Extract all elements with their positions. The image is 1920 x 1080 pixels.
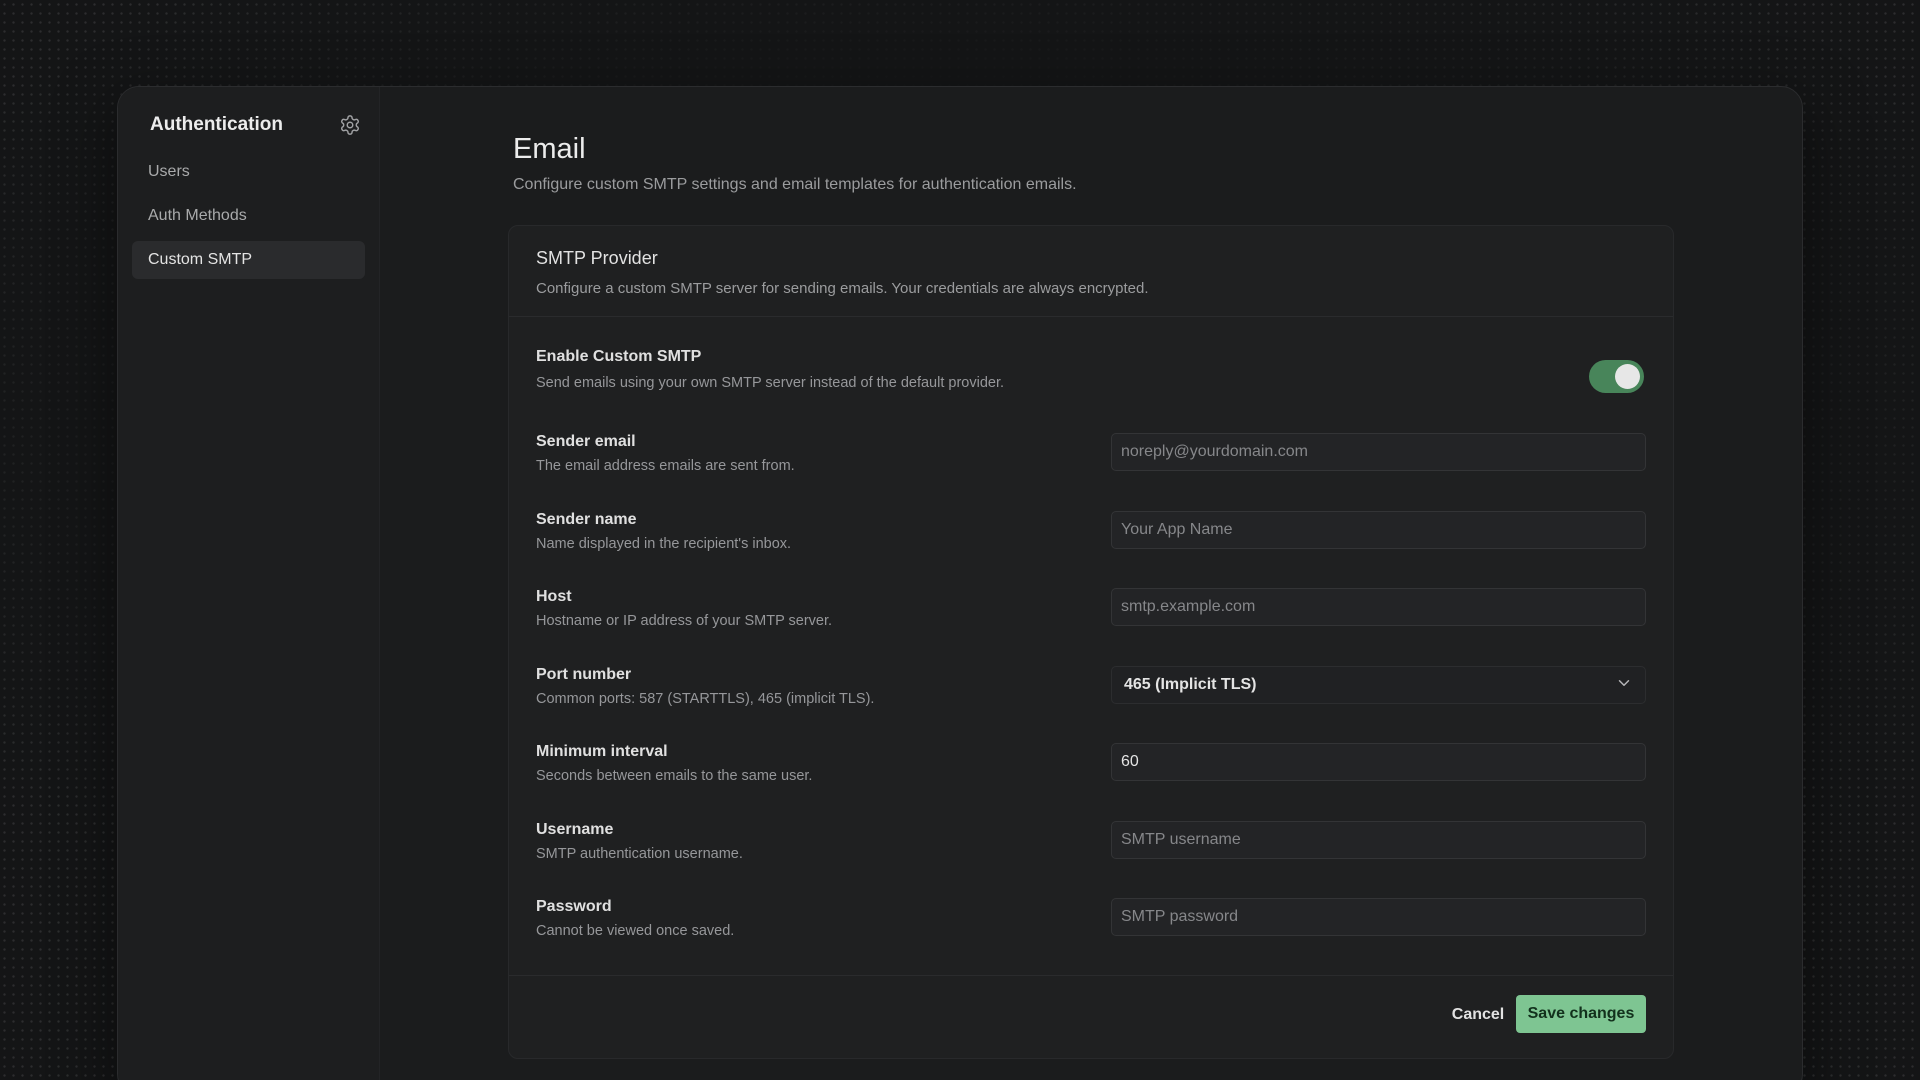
- sender-email-label: Sender email: [536, 433, 636, 450]
- sender-name-row: Sender name Name displayed in the recipi…: [536, 511, 1646, 561]
- host-row: Host Hostname or IP address of your SMTP…: [536, 588, 1646, 638]
- port-help: Common ports: 587 (STARTTLS), 465 (impli…: [536, 691, 875, 707]
- enable-smtp-toggle[interactable]: [1589, 360, 1644, 393]
- enable-smtp-label: Enable Custom SMTP: [536, 348, 702, 365]
- host-label: Host: [536, 588, 572, 605]
- gear-icon[interactable]: [337, 112, 363, 138]
- sidebar-header: Authentication: [132, 109, 365, 141]
- min-interval-help: Seconds between emails to the same user.: [536, 768, 813, 784]
- sidebar-nav: Users Auth Methods Custom SMTP: [132, 153, 365, 279]
- username-label: Username: [536, 821, 614, 838]
- smtp-provider-card: SMTP Provider Configure a custom SMTP se…: [508, 225, 1674, 1059]
- username-help: SMTP authentication username.: [536, 846, 743, 862]
- chevron-down-icon: [1615, 674, 1633, 697]
- page-title: Email: [513, 133, 586, 165]
- page-subtitle: Configure custom SMTP settings and email…: [513, 176, 1077, 193]
- card-footer-divider: [509, 975, 1673, 976]
- sidebar: Authentication Users Auth Methods Custom…: [118, 87, 380, 1080]
- password-row: Password Cannot be viewed once saved.: [536, 898, 1646, 948]
- min-interval-label: Minimum interval: [536, 743, 668, 760]
- port-row: Port number Common ports: 587 (STARTTLS)…: [536, 666, 1646, 716]
- save-changes-button[interactable]: Save changes: [1516, 995, 1646, 1033]
- sender-name-label: Sender name: [536, 511, 637, 528]
- username-row: Username SMTP authentication username.: [536, 821, 1646, 871]
- sender-email-field[interactable]: [1111, 433, 1646, 471]
- port-label: Port number: [536, 666, 632, 683]
- sender-email-help: The email address emails are sent from.: [536, 458, 795, 474]
- sidebar-item-custom-smtp[interactable]: Custom SMTP: [132, 241, 365, 279]
- password-label: Password: [536, 898, 612, 915]
- username-field[interactable]: [1111, 821, 1646, 859]
- card-header: SMTP Provider Configure a custom SMTP se…: [509, 226, 1673, 317]
- port-select-value: 465 (Implicit TLS): [1124, 676, 1257, 693]
- enable-smtp-help: Send emails using your own SMTP server i…: [536, 375, 1005, 391]
- cancel-button[interactable]: Cancel: [1443, 996, 1513, 1033]
- min-interval-row: Minimum interval Seconds between emails …: [536, 743, 1646, 793]
- sidebar-item-auth-methods[interactable]: Auth Methods: [132, 197, 365, 235]
- host-help: Hostname or IP address of your SMTP serv…: [536, 613, 833, 629]
- sender-email-row: Sender email The email address emails ar…: [536, 433, 1646, 483]
- port-select[interactable]: 465 (Implicit TLS): [1111, 666, 1646, 704]
- sidebar-item-users[interactable]: Users: [132, 153, 365, 191]
- enable-smtp-row: Enable Custom SMTP Send emails using you…: [536, 348, 1646, 398]
- card-description: Configure a custom SMTP server for sendi…: [536, 280, 1149, 297]
- app-window: Authentication Users Auth Methods Custom…: [117, 86, 1803, 1080]
- password-field[interactable]: [1111, 898, 1646, 936]
- main-content: Email Configure custom SMTP settings and…: [508, 87, 1802, 1080]
- sender-name-field[interactable]: [1111, 511, 1646, 549]
- sidebar-title: Authentication: [150, 114, 283, 135]
- min-interval-field[interactable]: [1111, 743, 1646, 781]
- host-field[interactable]: [1111, 588, 1646, 626]
- card-title: SMTP Provider: [536, 248, 658, 268]
- toggle-knob: [1615, 364, 1640, 389]
- sender-name-help: Name displayed in the recipient's inbox.: [536, 536, 792, 552]
- password-help: Cannot be viewed once saved.: [536, 923, 735, 939]
